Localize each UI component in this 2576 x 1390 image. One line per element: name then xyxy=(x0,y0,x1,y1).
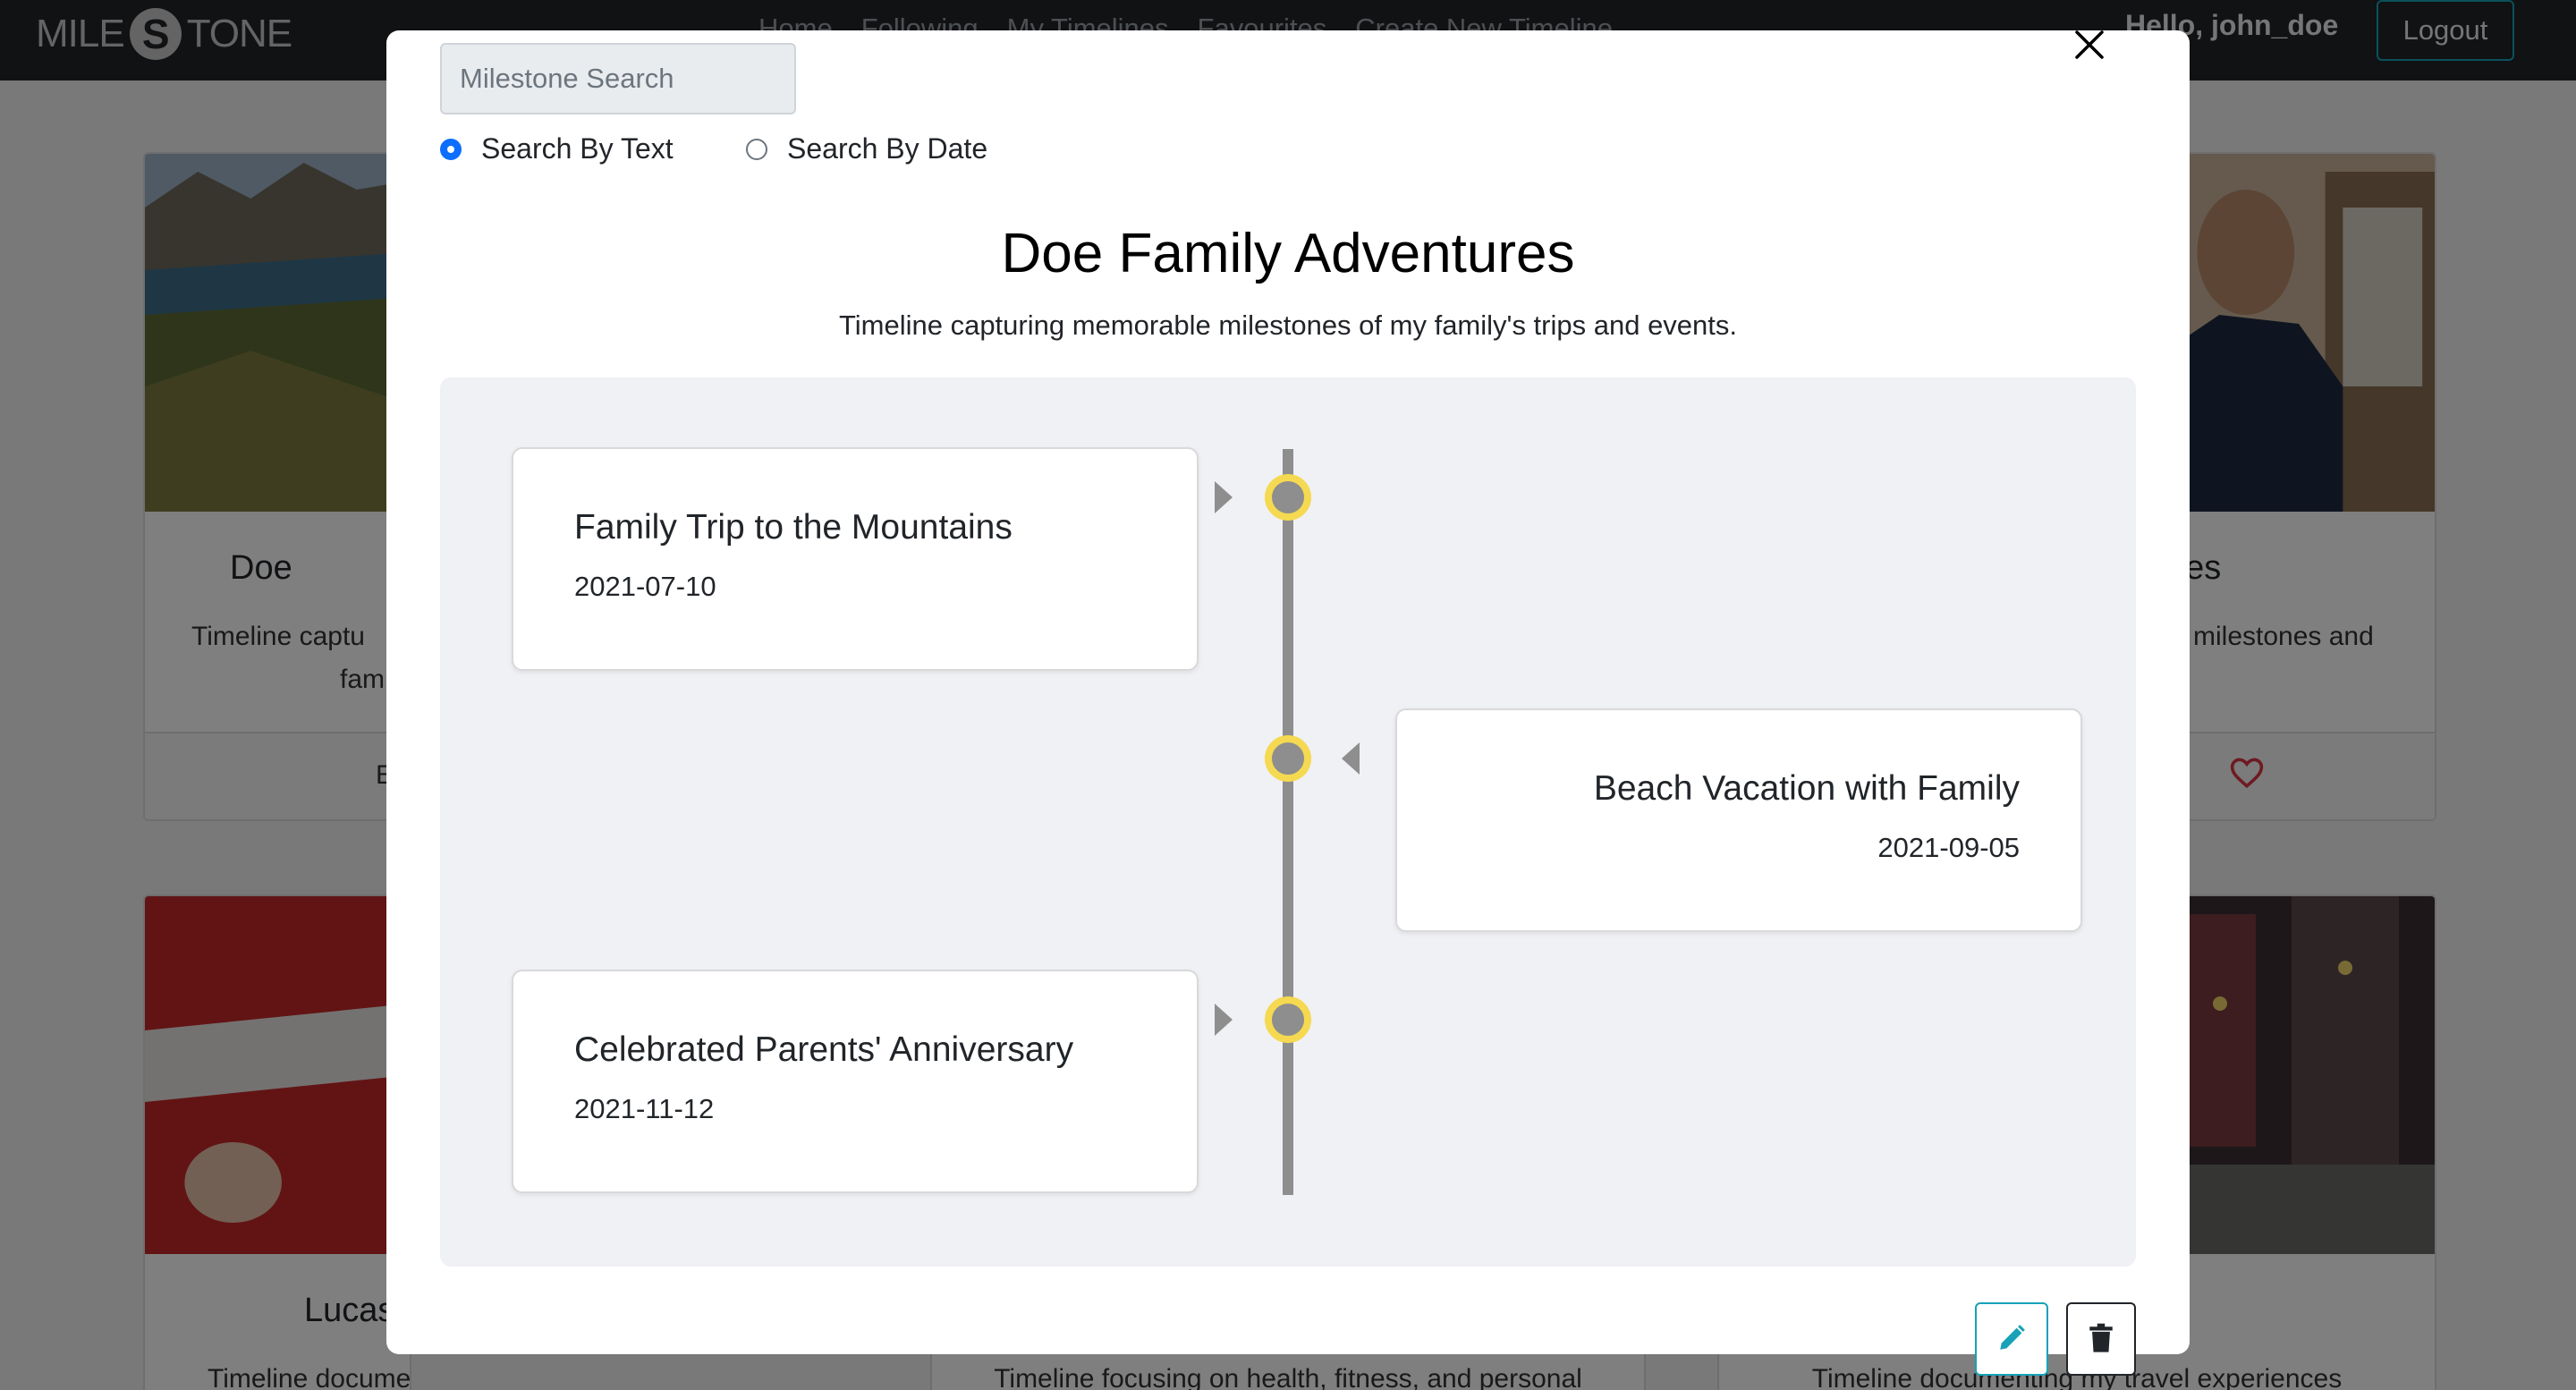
milestone-date: 2021-07-10 xyxy=(574,571,716,602)
milestone-pointer-right-icon xyxy=(1215,1004,1233,1036)
radio-button-checked[interactable] xyxy=(440,138,462,160)
timeline-dot xyxy=(1265,735,1311,782)
radio-button-unchecked[interactable] xyxy=(746,138,767,160)
milestone-card[interactable]: Celebrated Parents' Anniversary 2021-11-… xyxy=(512,970,1199,1193)
trash-icon xyxy=(2088,1323,2114,1356)
milestone-pointer-right-icon xyxy=(1215,481,1233,513)
milestone-title: Beach Vacation with Family xyxy=(1593,769,2020,808)
timeline-dot xyxy=(1265,996,1311,1043)
edit-timeline-button[interactable] xyxy=(1975,1302,2048,1376)
timeline-description: Timeline capturing memorable milestones … xyxy=(838,309,1738,341)
milestone-date: 2021-09-05 xyxy=(1877,832,2020,863)
milestone-card[interactable]: Beach Vacation with Family 2021-09-05 xyxy=(1395,708,2082,932)
radio-search-by-text[interactable]: Search By Text xyxy=(440,132,674,165)
delete-timeline-button[interactable] xyxy=(2066,1302,2136,1376)
pencil-icon xyxy=(1996,1323,2027,1356)
milestone-search-input[interactable] xyxy=(440,43,796,114)
radio-label: Search By Date xyxy=(787,132,988,165)
milestone-title: Celebrated Parents' Anniversary xyxy=(574,1030,1074,1069)
radio-search-by-date[interactable]: Search By Date xyxy=(746,132,987,165)
milestone-card[interactable]: Family Trip to the Mountains 2021-07-10 xyxy=(512,447,1199,671)
milestone-pointer-left-icon xyxy=(1342,742,1360,775)
close-icon[interactable] xyxy=(2057,13,2122,77)
timeline-title: Doe Family Adventures xyxy=(1001,223,1575,284)
timeline-vertical-line xyxy=(1283,449,1293,1195)
milestone-title: Family Trip to the Mountains xyxy=(574,508,1013,547)
milestone-date: 2021-11-12 xyxy=(574,1093,715,1124)
timeline-dot xyxy=(1265,474,1311,521)
radio-label: Search By Text xyxy=(481,132,674,165)
